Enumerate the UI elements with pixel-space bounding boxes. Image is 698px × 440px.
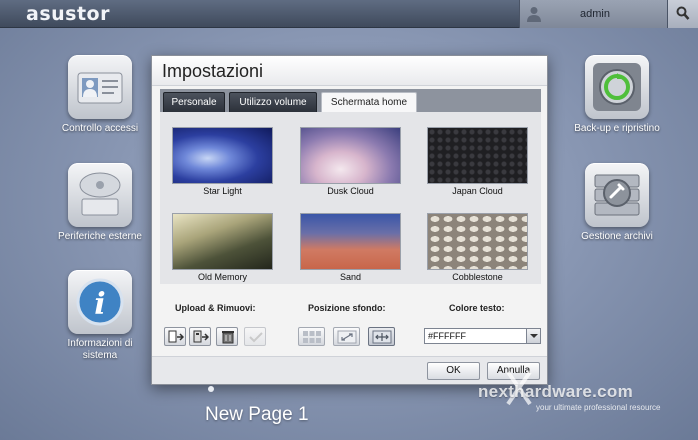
- wallpaper-thumbnail: [427, 127, 528, 184]
- wallpaper-panel: Star Light Dusk Cloud Japan Cloud Old Me…: [160, 112, 541, 284]
- top-bar: asustor admin: [0, 0, 698, 28]
- wallpaper-japan-cloud[interactable]: Japan Cloud: [427, 127, 528, 196]
- asustor-logo: asustor: [26, 3, 110, 25]
- chevron-down-icon[interactable]: [526, 329, 540, 343]
- app-informazioni-sistema[interactable]: i Informazioni di sistema: [50, 270, 150, 362]
- tab-schermata-home[interactable]: Schermata home: [321, 92, 417, 112]
- checkmark-icon: [249, 332, 263, 343]
- user-menu[interactable]: admin: [519, 0, 667, 28]
- wallpaper-cobblestone[interactable]: Cobblestone: [427, 213, 528, 282]
- wallpaper-thumbnail: [300, 127, 401, 184]
- stretch-icon: [337, 330, 357, 344]
- system-info-icon: i: [68, 270, 132, 334]
- svg-text:i: i: [94, 287, 105, 322]
- wallpaper-label: Japan Cloud: [452, 186, 503, 196]
- import-icon: [193, 330, 209, 343]
- app-periferiche-esterne[interactable]: Periferiche esterne: [50, 163, 150, 243]
- upload-button[interactable]: [164, 327, 186, 346]
- external-devices-icon: [68, 163, 132, 227]
- import-button[interactable]: [189, 327, 211, 346]
- wallpaper-thumbnail: [172, 213, 273, 270]
- position-tile-button[interactable]: [298, 327, 325, 346]
- app-controllo-accessi[interactable]: Controllo accessi: [50, 55, 150, 135]
- page-name: New Page 1: [205, 404, 309, 425]
- app-backup-ripristino[interactable]: Back-up e ripristino: [567, 55, 667, 135]
- access-control-icon: [68, 55, 132, 119]
- upload-remove-heading: Upload & Rimuovi:: [175, 303, 256, 313]
- dialog-header: Impostazioni: [152, 56, 547, 86]
- wallpaper-label: Cobblestone: [452, 272, 503, 282]
- confirm-button[interactable]: [244, 327, 266, 346]
- wallpaper-sand[interactable]: Sand: [300, 213, 401, 282]
- wallpaper-dusk-cloud[interactable]: Dusk Cloud: [300, 127, 401, 196]
- position-heading: Posizione sfondo:: [308, 303, 386, 313]
- app-label: Gestione archivi: [581, 231, 653, 242]
- wallpaper-label: Old Memory: [197, 272, 247, 282]
- tile-icon: [303, 331, 321, 343]
- position-stretch-button[interactable]: [333, 327, 360, 346]
- backup-restore-icon: [585, 55, 649, 119]
- tab-utilizzo-volume[interactable]: Utilizzo volume: [229, 92, 317, 112]
- wallpaper-label: Dusk Cloud: [327, 186, 374, 196]
- text-color-select[interactable]: #FFFFFF: [424, 328, 541, 344]
- tab-personale[interactable]: Personale: [163, 92, 225, 112]
- wallpaper-thumbnail: [172, 127, 273, 184]
- app-label: Periferiche esterne: [58, 231, 142, 242]
- username: admin: [580, 8, 610, 20]
- wallpaper-label: Sand: [339, 272, 362, 282]
- watermark-tagline: your ultimate professional resource: [536, 403, 661, 412]
- wallpaper-old-memory[interactable]: Old Memory: [172, 213, 273, 282]
- trash-icon: [222, 331, 234, 344]
- wallpaper-label: Star Light: [203, 186, 242, 196]
- ok-button[interactable]: OK: [427, 362, 480, 380]
- search-button[interactable]: [667, 0, 698, 28]
- fit-icon: [372, 330, 392, 344]
- tab-strip: Personale Utilizzo volume Schermata home: [160, 89, 541, 112]
- text-color-value: #FFFFFF: [428, 331, 466, 341]
- watermark-text: nexthardware.com: [478, 382, 634, 401]
- wallpaper-thumbnail: [427, 213, 528, 270]
- page-indicator-dot[interactable]: [208, 386, 214, 392]
- background-controls: Upload & Rimuovi: Posizione sfondo: Colo…: [160, 287, 541, 357]
- storage-manager-icon: [585, 163, 649, 227]
- user-icon: [527, 7, 541, 22]
- upload-icon: [168, 330, 184, 343]
- settings-dialog: Impostazioni Personale Utilizzo volume S…: [151, 55, 548, 385]
- wallpaper-star-light[interactable]: Star Light: [172, 127, 273, 196]
- wallpaper-thumbnail: [300, 213, 401, 270]
- position-fit-button[interactable]: [368, 327, 395, 346]
- dialog-footer: OK Annulla: [152, 356, 547, 384]
- delete-button[interactable]: [216, 327, 238, 346]
- search-icon: [676, 6, 690, 20]
- app-label: Informazioni di sistema: [67, 338, 133, 361]
- text-color-heading: Colore testo:: [449, 303, 505, 313]
- dialog-title: Impostazioni: [162, 61, 264, 81]
- watermark: nexthardware.com your ultimate professio…: [468, 370, 698, 440]
- app-gestione-archivi[interactable]: Gestione archivi: [567, 163, 667, 243]
- app-label: Back-up e ripristino: [574, 123, 660, 134]
- app-label: Controllo accessi: [61, 123, 139, 134]
